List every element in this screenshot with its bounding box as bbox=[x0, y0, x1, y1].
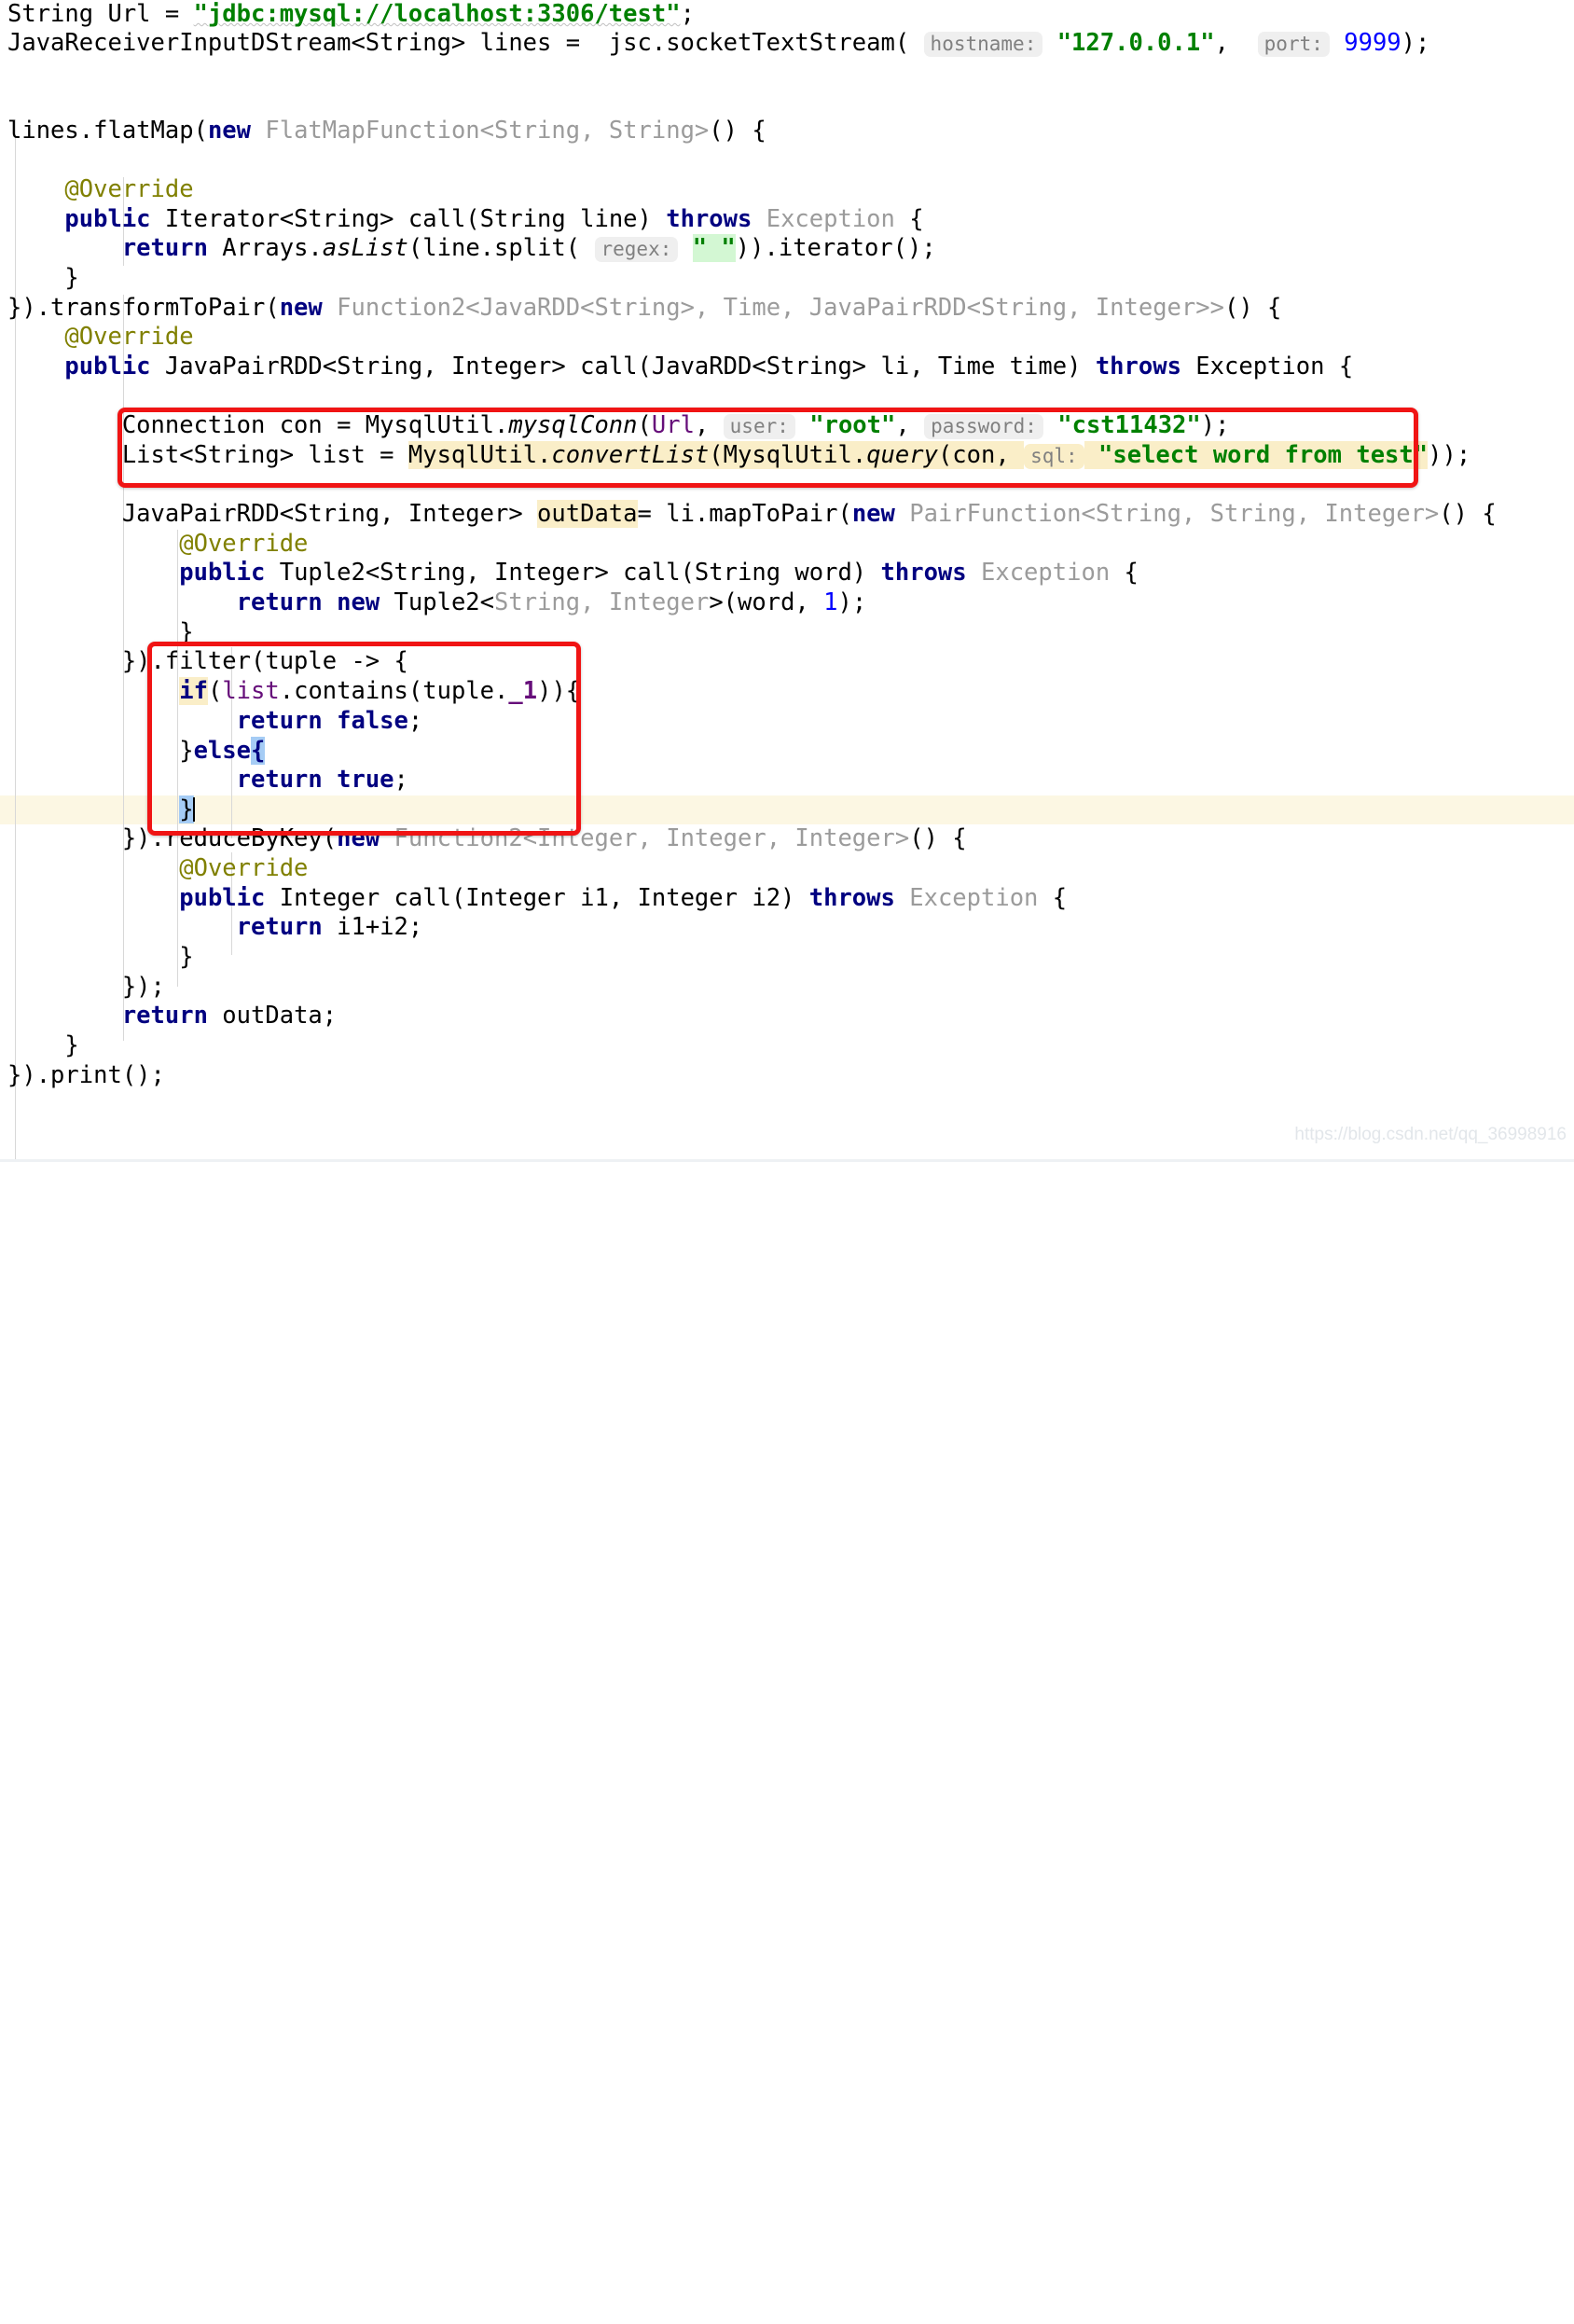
watermark: https://blog.csdn.net/qq_36998916 bbox=[1294, 1124, 1567, 1144]
text-caret bbox=[192, 797, 195, 822]
code-line[interactable]: @Override bbox=[0, 854, 308, 883]
current-line-highlight bbox=[0, 795, 1574, 825]
code-line[interactable]: List<String> list = MysqlUtil.convertLis… bbox=[0, 441, 1470, 470]
code-line[interactable]: return false; bbox=[0, 707, 423, 736]
inlay-hint-password: password: bbox=[924, 414, 1043, 439]
inlay-hint-sql: sql: bbox=[1024, 444, 1084, 469]
code-line[interactable]: @Override bbox=[0, 323, 193, 352]
inlay-hint-regex: regex: bbox=[594, 237, 679, 262]
code-line[interactable]: public Integer call(Integer i1, Integer … bbox=[0, 884, 1067, 913]
code-line[interactable]: }).filter(tuple -> { bbox=[0, 647, 408, 676]
inlay-hint-port: port: bbox=[1257, 32, 1330, 57]
code-line[interactable]: }).print(); bbox=[0, 1061, 165, 1090]
code-line[interactable]: public Iterator<String> call(String line… bbox=[0, 205, 923, 234]
code-line[interactable]: public Tuple2<String, Integer> call(Stri… bbox=[0, 559, 1139, 588]
code-line[interactable]: } bbox=[0, 1031, 78, 1060]
code-line[interactable]: return Arrays.asList(line.split( regex: … bbox=[0, 234, 936, 263]
code-line[interactable]: }); bbox=[0, 973, 165, 1002]
code-line[interactable]: return i1+i2; bbox=[0, 913, 423, 942]
code-line[interactable]: } bbox=[0, 795, 195, 824]
code-line[interactable]: }else{ bbox=[0, 737, 266, 766]
code-line[interactable]: if(list.contains(tuple._1)){ bbox=[0, 677, 580, 706]
code-line[interactable]: } bbox=[0, 943, 193, 972]
inlay-hint-user: user: bbox=[723, 414, 795, 439]
code-line[interactable]: } bbox=[0, 618, 193, 647]
inlay-hint-hostname: hostname: bbox=[923, 32, 1043, 57]
code-line[interactable]: }).reduceByKey(new Function2<Integer, In… bbox=[0, 824, 967, 853]
code-line[interactable]: return true; bbox=[0, 766, 408, 795]
code-line[interactable]: @Override bbox=[0, 530, 308, 559]
code-line[interactable]: JavaPairRDD<String, Integer> outData= li… bbox=[0, 500, 1497, 529]
code-line[interactable]: Connection con = MysqlUtil.mysqlConn(Url… bbox=[0, 411, 1229, 440]
code-line[interactable]: return new Tuple2<String, Integer>(word,… bbox=[0, 588, 867, 617]
code-line[interactable]: String Url = "jdbc:mysql://localhost:330… bbox=[0, 0, 695, 29]
code-line[interactable]: } bbox=[0, 264, 78, 293]
code-line[interactable]: }).transformToPair(new Function2<JavaRDD… bbox=[0, 294, 1281, 323]
code-line[interactable]: public JavaPairRDD<String, Integer> call… bbox=[0, 353, 1353, 381]
code-line[interactable]: lines.flatMap(new FlatMapFunction<String… bbox=[0, 117, 766, 145]
code-line[interactable]: return outData; bbox=[0, 1002, 337, 1031]
code-line[interactable]: @Override bbox=[0, 175, 193, 204]
code-line[interactable]: JavaReceiverInputDStream<String> lines =… bbox=[0, 29, 1429, 58]
code-editor[interactable]: String Url = "jdbc:mysql://localhost:330… bbox=[0, 0, 1574, 1162]
